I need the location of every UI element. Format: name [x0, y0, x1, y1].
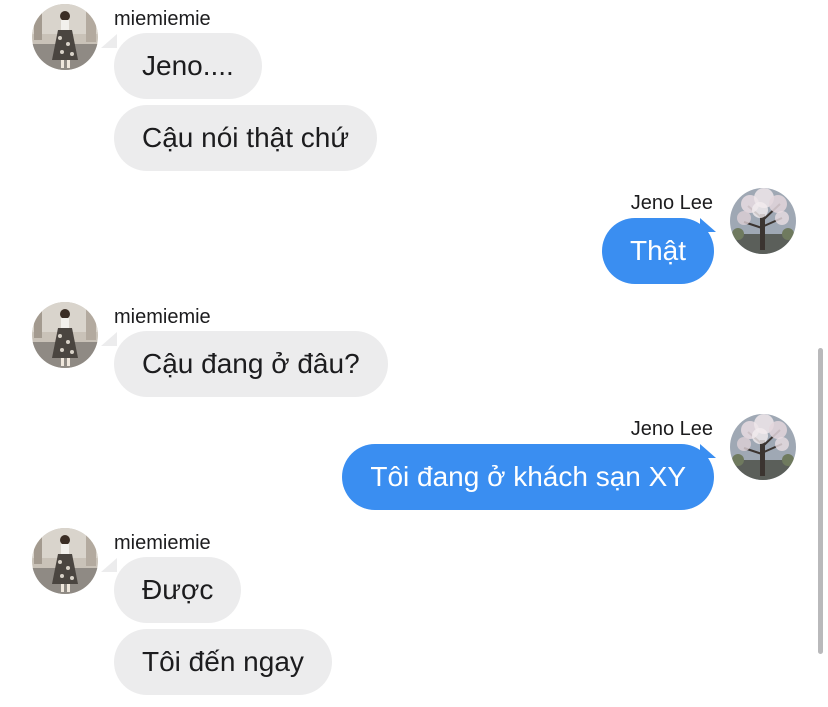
message-bubble-incoming[interactable]: Cậu nói thật chứ	[114, 105, 378, 171]
sender-name: Jeno Lee	[630, 192, 713, 214]
woman-photo-avatar-icon	[32, 4, 98, 70]
sender-name: miemiemie	[114, 532, 211, 554]
avatar-miemiemie[interactable]	[32, 4, 98, 70]
sender-name: miemiemie	[114, 306, 211, 328]
cherry-blossom-tree-avatar-icon	[730, 414, 796, 480]
message-bubble-incoming[interactable]: Tôi đến ngay	[114, 629, 332, 695]
scrollbar[interactable]	[818, 348, 823, 654]
sender-name: Jeno Lee	[630, 418, 713, 440]
bubble-tail	[101, 558, 117, 572]
message-bubble-outgoing[interactable]: Tôi đang ở khách sạn XY	[342, 444, 714, 510]
bubble-tail	[101, 34, 117, 48]
woman-photo-avatar-icon	[32, 528, 98, 594]
avatar-jeno-lee[interactable]	[730, 188, 796, 254]
sender-name: miemiemie	[114, 8, 211, 30]
avatar-jeno-lee[interactable]	[730, 414, 796, 480]
cherry-blossom-tree-avatar-icon	[730, 188, 796, 254]
message-bubble-incoming[interactable]: Cậu đang ở đâu?	[114, 331, 388, 397]
woman-photo-avatar-icon	[32, 302, 98, 368]
message-bubble-outgoing[interactable]: Thật	[601, 218, 714, 284]
message-bubble-incoming[interactable]: Được	[114, 557, 242, 623]
avatar-miemiemie[interactable]	[32, 528, 98, 594]
message-bubble-incoming[interactable]: Jeno....	[114, 33, 262, 99]
bubble-tail	[101, 332, 117, 346]
avatar-miemiemie[interactable]	[32, 302, 98, 368]
